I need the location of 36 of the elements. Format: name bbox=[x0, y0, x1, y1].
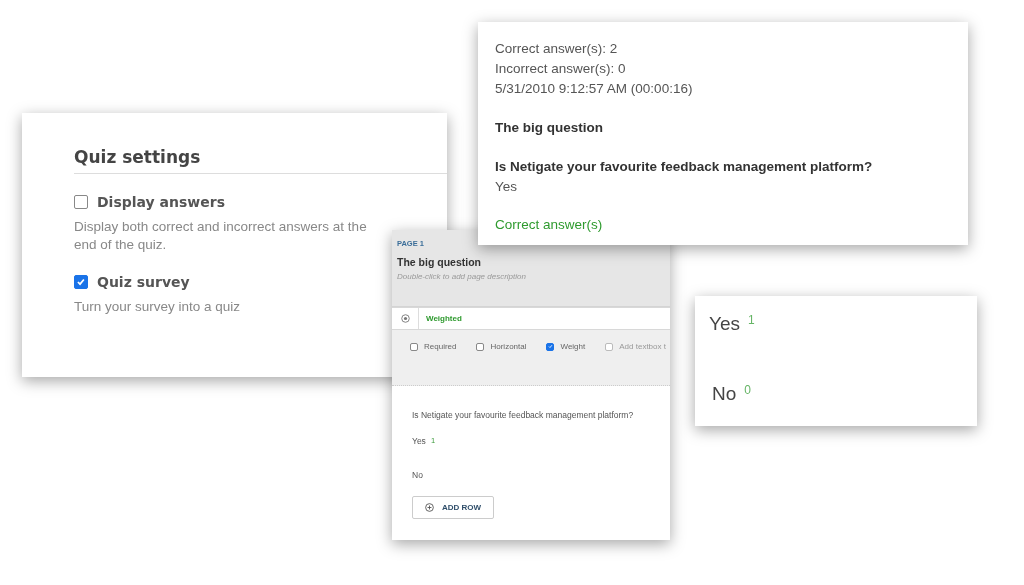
option-label: Horizontal bbox=[490, 342, 527, 351]
checkbox[interactable] bbox=[74, 195, 88, 209]
add-row-button[interactable]: ADD ROW bbox=[412, 496, 495, 519]
page-description: Double-click to add page description bbox=[397, 272, 527, 281]
check-icon bbox=[76, 277, 86, 287]
result-line: Incorrect answer(s): 0 bbox=[495, 60, 627, 78]
radio-icon[interactable] bbox=[400, 314, 410, 323]
checkbox[interactable] bbox=[476, 342, 485, 351]
plus-icon bbox=[425, 503, 434, 512]
answer-row: No bbox=[412, 470, 423, 480]
option-label: Required bbox=[424, 342, 457, 351]
verdict-text: Correct answer(s) bbox=[495, 216, 604, 234]
answer-label: Yes bbox=[709, 313, 740, 335]
option-label: Add textbox t bbox=[619, 342, 666, 351]
result-line: 5/31/2010 9:12:57 AM (00:00:16) bbox=[495, 80, 694, 98]
answer-row: Yes bbox=[412, 436, 426, 446]
page-title: The big question bbox=[397, 256, 482, 268]
section-title: Quiz settings bbox=[74, 147, 447, 174]
page-title: The big question bbox=[495, 119, 604, 137]
question-text: Is Netigate your favourite feedback management platform? bbox=[495, 158, 874, 176]
option-description: Turn your survey into a quiz bbox=[74, 298, 242, 316]
result-line: Correct answer(s): 2 bbox=[495, 40, 619, 58]
option-description: Display both correct and incorrect answers at the end of the quiz. bbox=[74, 218, 368, 254]
weight-value: 1 bbox=[748, 313, 755, 327]
checkbox[interactable] bbox=[546, 342, 555, 351]
checkbox[interactable] bbox=[74, 275, 88, 289]
question-type: Weighted bbox=[426, 314, 462, 323]
answer-text: Yes bbox=[495, 178, 519, 196]
weight-value: 0 bbox=[744, 383, 751, 397]
check-icon bbox=[548, 344, 553, 349]
option-label: Display answers bbox=[97, 194, 225, 210]
option-label: Quiz survey bbox=[97, 274, 190, 290]
checkbox[interactable] bbox=[410, 342, 418, 351]
answer-label: No bbox=[712, 383, 737, 405]
option-label: Weight bbox=[560, 342, 586, 351]
question-text: Is Netigate your favourite feedback management platform? bbox=[412, 410, 635, 420]
